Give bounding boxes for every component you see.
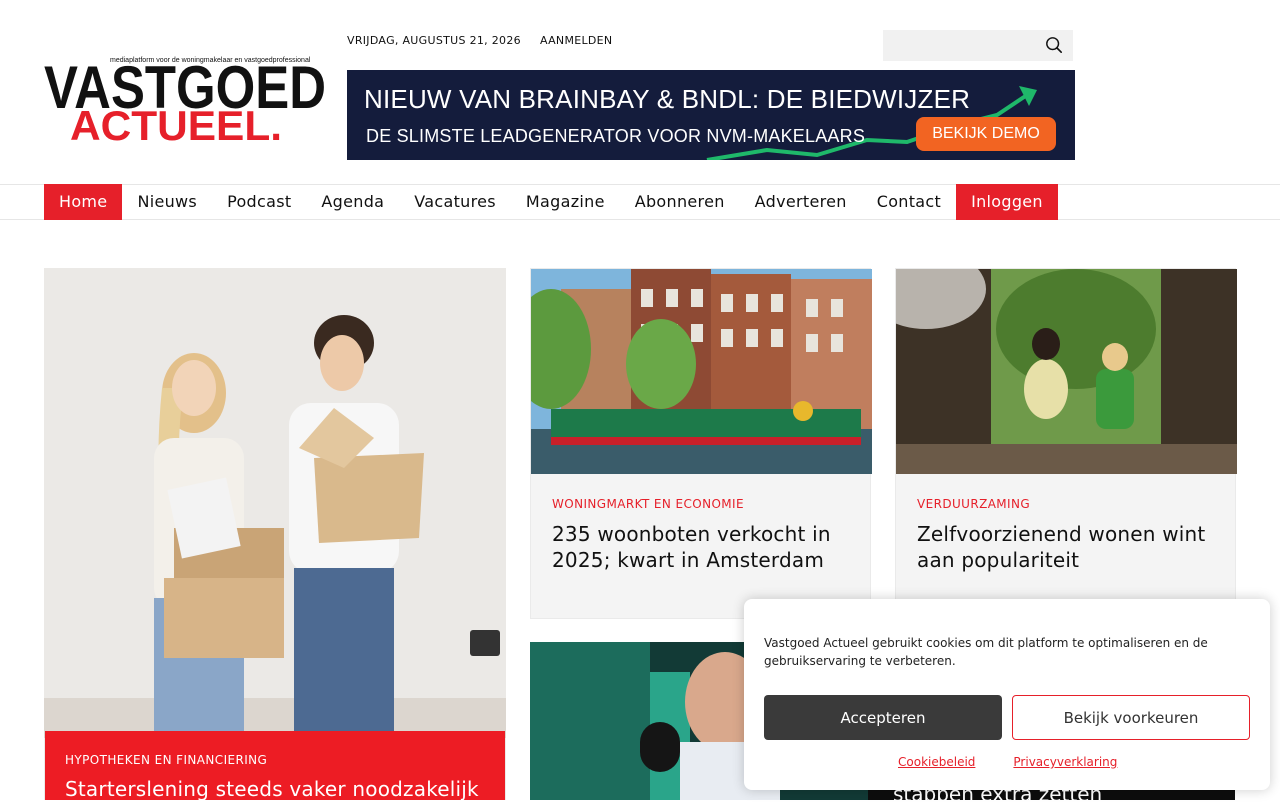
top-bar: VRIJDAG, AUGUSTUS 21, 2026 AANMELDEN — [347, 34, 612, 47]
nav-item-home[interactable]: Home — [44, 184, 123, 220]
accept-cookies-button[interactable]: Accepteren — [764, 695, 1002, 740]
article-image-garden-window — [896, 269, 1237, 474]
nav-item-contact[interactable]: Contact — [862, 184, 956, 220]
featured-category[interactable]: HYPOTHEKEN EN FINANCIERING — [65, 753, 485, 767]
cookie-consent-banner: Vastgoed Actueel gebruikt cookies om dit… — [744, 599, 1270, 790]
search-input[interactable] — [883, 30, 1033, 61]
cookie-links: Cookiebeleid Privacyverklaring — [898, 755, 1117, 769]
privacy-statement-link[interactable]: Privacyverklaring — [1013, 755, 1117, 769]
banner-headline: NIEUW VAN BRAINBAY & BNDL: DE BIEDWIJZER — [364, 84, 971, 114]
featured-article[interactable]: HYPOTHEKEN EN FINANCIERING Starterslenin… — [44, 268, 506, 800]
nav-item-adverteren[interactable]: Adverteren — [740, 184, 862, 220]
cookie-message: Vastgoed Actueel gebruikt cookies om dit… — [764, 636, 1208, 668]
article-card[interactable]: VERDUURZAMING Zelfvoorzienend wonen wint… — [895, 268, 1237, 619]
vastgoed-actueel-logo[interactable]: mediaplatform voor de woningmakelaar en … — [44, 44, 326, 142]
nav-item-podcast[interactable]: Podcast — [212, 184, 306, 220]
featured-caption: HYPOTHEKEN EN FINANCIERING Starterslenin… — [45, 731, 505, 800]
nav-item-inloggen[interactable]: Inloggen — [956, 184, 1058, 220]
main-nav: Home Nieuws Podcast Agenda Vacatures Mag… — [0, 184, 1280, 220]
search-icon[interactable] — [1045, 36, 1063, 54]
logo-word-actueel: ACTUEEL. — [70, 102, 282, 142]
nav-item-magazine[interactable]: Magazine — [511, 184, 620, 220]
article-category[interactable]: WONINGMARKT EN ECONOMIE — [552, 497, 744, 511]
nav-item-agenda[interactable]: Agenda — [306, 184, 399, 220]
featured-title[interactable]: Starterslening steeds vaker noodzakelijk — [65, 777, 485, 800]
nav-item-vacatures[interactable]: Vacatures — [399, 184, 511, 220]
article-title[interactable]: 235 woonboten verkocht in 2025; kwart in… — [552, 521, 852, 573]
article-category[interactable]: VERDUURZAMING — [917, 497, 1030, 511]
bekijk-demo-button[interactable]: BEKIJK DEMO — [916, 117, 1056, 151]
search-box — [883, 30, 1073, 61]
nav-item-nieuws[interactable]: Nieuws — [122, 184, 212, 220]
aanmelden-link[interactable]: AANMELDEN — [540, 34, 613, 47]
brainbay-biedwijzer-banner[interactable]: NIEUW VAN BRAINBAY & BNDL: DE BIEDWIJZER… — [347, 70, 1075, 160]
nav-item-abonneren[interactable]: Abonneren — [620, 184, 740, 220]
current-date: VRIJDAG, AUGUSTUS 21, 2026 — [347, 34, 521, 47]
view-preferences-button[interactable]: Bekijk voorkeuren — [1012, 695, 1250, 740]
article-card[interactable]: WONINGMARKT EN ECONOMIE 235 woonboten ve… — [530, 268, 872, 619]
article-title[interactable]: Zelfvoorzienend wonen wint aan popularit… — [917, 521, 1217, 573]
featured-article-image — [44, 268, 506, 738]
article-image-houseboat — [531, 269, 872, 474]
cookie-policy-link[interactable]: Cookiebeleid — [898, 755, 975, 769]
banner-subline: DE SLIMSTE LEADGENERATOR VOOR NVM-MAKELA… — [366, 126, 866, 146]
